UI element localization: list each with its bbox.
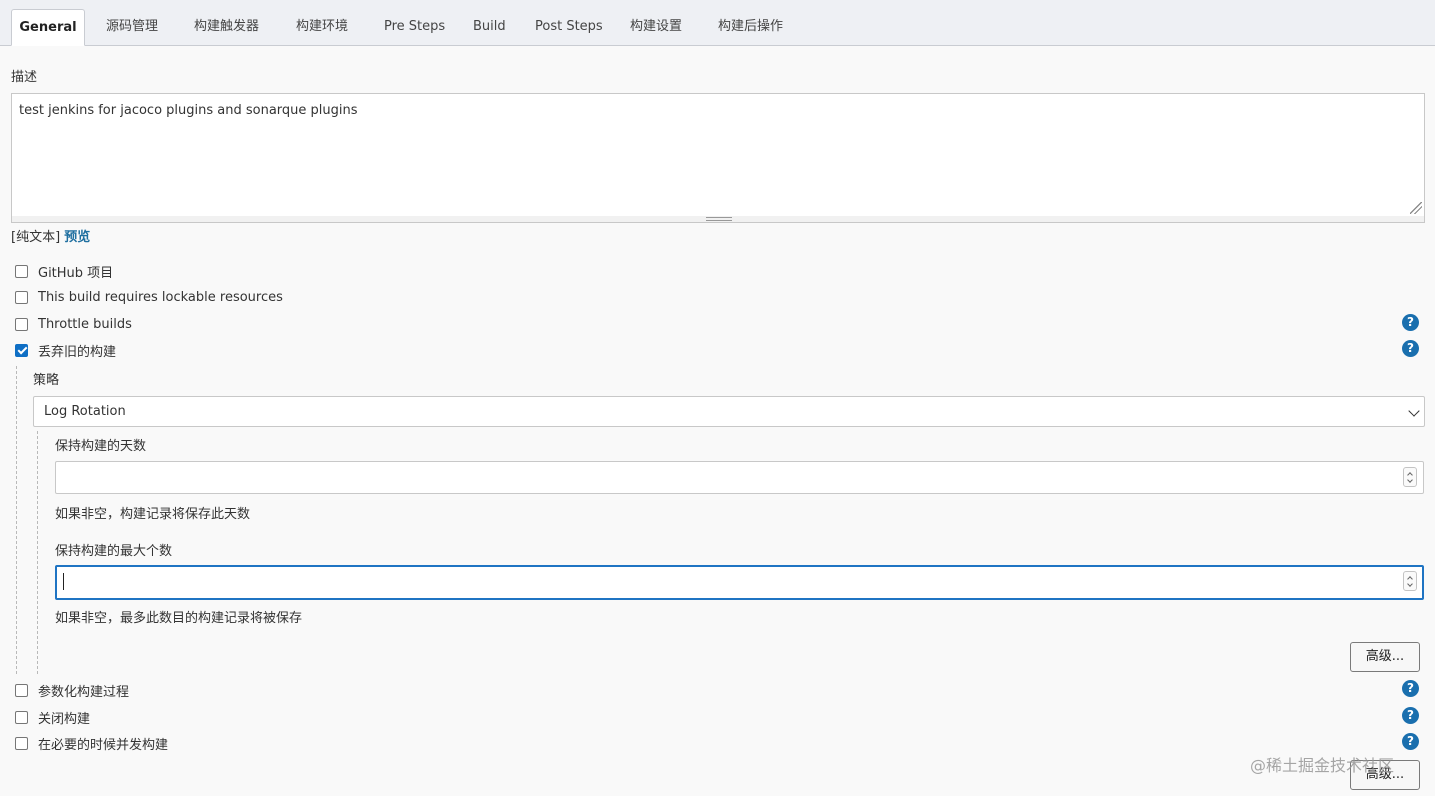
advanced-button[interactable]: 高级... <box>1350 642 1420 672</box>
max-builds-label: 保持构建的最大个数 <box>55 544 173 559</box>
tab-source-control[interactable]: 源码管理 <box>106 9 158 46</box>
option-concurrent-builds[interactable]: 在必要的时候并发构建 <box>15 734 169 753</box>
github-project-label: GitHub 项目 <box>38 265 114 281</box>
strategy-selected-value: Log Rotation <box>44 404 126 419</box>
tab-build[interactable]: Build <box>473 9 506 46</box>
help-icon[interactable]: ? <box>1402 340 1419 357</box>
option-throttle-builds[interactable]: Throttle builds <box>15 315 132 333</box>
watermark-text: @稀土掘金技术社区 <box>1250 756 1395 775</box>
grip-icon <box>706 217 732 221</box>
parameterized-build-checkbox[interactable] <box>15 683 28 697</box>
description-text: test jenkins for jacoco plugins and sona… <box>19 103 358 118</box>
strategy-select[interactable]: Log Rotation <box>33 396 1425 427</box>
resize-handle-icon[interactable] <box>1410 202 1422 214</box>
number-spinner-icon[interactable] <box>1403 571 1417 591</box>
max-builds-hint: 如果非空，最多此数目的构建记录将被保存 <box>55 611 303 626</box>
help-icon[interactable]: ? <box>1402 680 1419 697</box>
option-parameterized-build[interactable]: 参数化构建过程 <box>15 681 130 700</box>
description-textarea[interactable]: test jenkins for jacoco plugins and sona… <box>11 93 1425 217</box>
section-guide-line <box>16 366 17 674</box>
textarea-expand-bar[interactable] <box>11 216 1425 223</box>
tab-post-steps[interactable]: Post Steps <box>535 9 603 46</box>
help-icon[interactable]: ? <box>1402 733 1419 750</box>
strategy-label: 策略 <box>33 373 60 388</box>
format-plain-text: [纯文本] <box>11 230 61 245</box>
text-format-switch: [纯文本] 预览 <box>11 226 90 245</box>
tab-bar: General 源码管理 构建触发器 构建环境 Pre Steps Build … <box>0 0 1435 46</box>
option-lockable-resources[interactable]: This build requires lockable resources <box>15 288 283 306</box>
option-discard-old-builds[interactable]: 丢弃旧的构建 <box>15 341 117 360</box>
preview-link[interactable]: 预览 <box>64 230 90 245</box>
throttle-builds-label: Throttle builds <box>38 316 132 332</box>
number-spinner-icon[interactable] <box>1403 467 1417 487</box>
discard-old-builds-checkbox[interactable] <box>15 343 28 357</box>
max-builds-input[interactable] <box>55 565 1424 600</box>
help-icon[interactable]: ? <box>1402 314 1419 331</box>
disable-build-label: 关闭构建 <box>38 711 91 727</box>
option-github-project[interactable]: GitHub 项目 <box>15 262 114 281</box>
help-icon[interactable]: ? <box>1402 707 1419 724</box>
option-disable-build[interactable]: 关闭构建 <box>15 708 91 727</box>
discard-old-builds-label: 丢弃旧的构建 <box>38 344 117 360</box>
throttle-builds-checkbox[interactable] <box>15 317 28 331</box>
concurrent-builds-checkbox[interactable] <box>15 736 28 750</box>
github-project-checkbox[interactable] <box>15 264 28 278</box>
chevron-down-icon <box>1408 405 1420 417</box>
tab-pre-steps[interactable]: Pre Steps <box>384 9 445 46</box>
disable-build-checkbox[interactable] <box>15 710 28 724</box>
tab-build-environment[interactable]: 构建环境 <box>296 9 348 46</box>
subsection-guide-line <box>37 431 38 674</box>
lockable-resources-checkbox[interactable] <box>15 290 28 304</box>
text-caret <box>63 573 64 590</box>
tab-general[interactable]: General <box>11 9 85 46</box>
description-label: 描述 <box>11 70 38 85</box>
tab-post-build-actions[interactable]: 构建后操作 <box>718 9 783 46</box>
days-to-keep-hint: 如果非空，构建记录将保存此天数 <box>55 507 251 522</box>
days-to-keep-label: 保持构建的天数 <box>55 439 147 454</box>
parameterized-build-label: 参数化构建过程 <box>38 684 130 700</box>
tab-build-settings[interactable]: 构建设置 <box>630 9 682 46</box>
days-to-keep-input[interactable] <box>55 461 1424 494</box>
lockable-resources-label: This build requires lockable resources <box>38 289 283 305</box>
concurrent-builds-label: 在必要的时候并发构建 <box>38 737 169 753</box>
tab-build-triggers[interactable]: 构建触发器 <box>194 9 259 46</box>
